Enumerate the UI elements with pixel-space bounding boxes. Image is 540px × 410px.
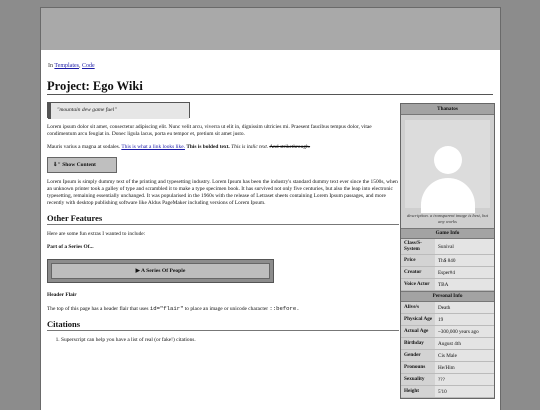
info-value: Esper#4 xyxy=(438,269,455,276)
header-flair-heading: Header Flair xyxy=(47,292,77,298)
avatar-head-icon xyxy=(434,146,462,174)
info-row: Class/S-System Sunival xyxy=(401,239,494,255)
info-value: Cis Male xyxy=(438,352,457,359)
breadcrumb-link-templates[interactable]: Templates xyxy=(54,63,79,69)
intro-paragraph: Lorem ipsum dolor sit amet, consectetur … xyxy=(47,124,372,137)
info-value: August 4th xyxy=(438,340,461,347)
title-divider xyxy=(47,94,493,95)
flair-code-id: id="flair" xyxy=(149,305,184,312)
info-key: Sexuality xyxy=(401,374,435,385)
info-value: Sunival xyxy=(438,243,454,250)
info-row: Height 5'10 xyxy=(401,386,494,398)
infobox-title: Thanatos xyxy=(401,104,494,115)
info-row: Actual Age ~300,000 years ago xyxy=(401,326,494,338)
info-value: TBA xyxy=(438,281,449,288)
info-key: Physical Age xyxy=(401,314,435,325)
strikethrough-text: And strikethrough. xyxy=(269,144,311,150)
breadcrumb-prefix: In xyxy=(48,63,53,69)
bold-text: This is bolded text. xyxy=(186,144,230,150)
features-intro: Here are some fun extras I wanted to inc… xyxy=(47,231,146,237)
info-key: Birthday xyxy=(401,338,435,349)
quote-box: "mountain dew game fuel" xyxy=(47,102,190,119)
info-row: Creator Esper#4 xyxy=(401,267,494,279)
styles-lead: Mauris varius a magna at sodales. xyxy=(47,144,121,150)
other-features-heading: Other Features xyxy=(47,214,399,225)
info-value: 5'10 xyxy=(438,388,447,395)
info-value: He/Him xyxy=(438,364,455,371)
lorem-paragraph: Lorem Ipsum is simply dummy text of the … xyxy=(47,179,398,206)
flair-code-before: ::before. xyxy=(269,305,300,312)
info-key: Pronouns xyxy=(401,362,435,373)
info-key: Creator xyxy=(401,267,435,278)
italic-text: This is italic text. xyxy=(231,144,269,150)
show-content-button[interactable]: ⇓" Show Content xyxy=(47,157,117,173)
info-key: Actual Age xyxy=(401,326,435,337)
info-row: Price Th$ 840 xyxy=(401,255,494,267)
avatar-placeholder xyxy=(405,120,490,213)
quote-text: "mountain dew game fuel" xyxy=(48,103,189,119)
page-content: In Templates, Code Project: Ego Wiki "mo… xyxy=(40,50,501,410)
info-key: Class/S-System xyxy=(401,239,435,254)
info-value: Death xyxy=(438,304,451,311)
avatar-body-icon xyxy=(421,178,475,213)
sample-link[interactable]: This is what a link looks like. xyxy=(121,144,185,150)
series-label: Part of a Series Of... xyxy=(47,244,94,250)
info-row: Gender Cis Male xyxy=(401,350,494,362)
info-value: ~300,000 years ago xyxy=(438,328,479,335)
info-row: Sexuality??? xyxy=(401,374,494,386)
character-infobox: Thanatos description. a transparent imag… xyxy=(400,103,495,399)
flair-paragraph: The top of this page has a header flair … xyxy=(47,305,399,313)
info-value: 19 xyxy=(438,316,444,323)
info-key: Price xyxy=(401,255,435,266)
info-value: ??? xyxy=(438,376,445,383)
info-row: Physical Age 19 xyxy=(401,314,494,326)
info-key: Alive/s xyxy=(401,302,435,313)
citation-item: Superscript can help you have a list of … xyxy=(61,337,399,344)
info-value: Th$ 840 xyxy=(438,257,456,264)
series-box: ▶ A Series Of People xyxy=(47,259,274,283)
citations-list: Superscript can help you have a list of … xyxy=(47,337,399,344)
series-toggle-button[interactable]: ▶ A Series Of People xyxy=(51,263,270,279)
article-body: "mountain dew game fuel" Lorem ipsum dol… xyxy=(47,102,399,344)
info-row: Alive/s Death xyxy=(401,302,494,314)
image-caption: description. a transparent image is best… xyxy=(407,213,488,224)
game-info-header: Game Info xyxy=(401,228,494,239)
info-key: Voice Actor xyxy=(401,279,435,290)
info-row: Birthday August 4th xyxy=(401,338,494,350)
info-row: Voice Actor TBA xyxy=(401,279,494,291)
flair-text-b: to place an image or unicode character xyxy=(184,306,269,312)
breadcrumb: In Templates, Code xyxy=(48,63,95,69)
page-title: Project: Ego Wiki xyxy=(47,79,143,93)
info-key: Height xyxy=(401,386,435,397)
info-row: Pronouns He/Him xyxy=(401,362,494,374)
header-banner xyxy=(40,7,501,51)
styles-paragraph: Mauris varius a magna at sodales. This i… xyxy=(47,144,399,151)
character-image xyxy=(401,115,494,213)
info-key: Gender xyxy=(401,350,435,361)
breadcrumb-link-code[interactable]: Code xyxy=(82,63,95,69)
personal-info-header: Personal Info xyxy=(401,291,494,302)
citations-heading: Citations xyxy=(47,320,399,331)
flair-text-a: The top of this page has a header flair … xyxy=(47,306,149,312)
